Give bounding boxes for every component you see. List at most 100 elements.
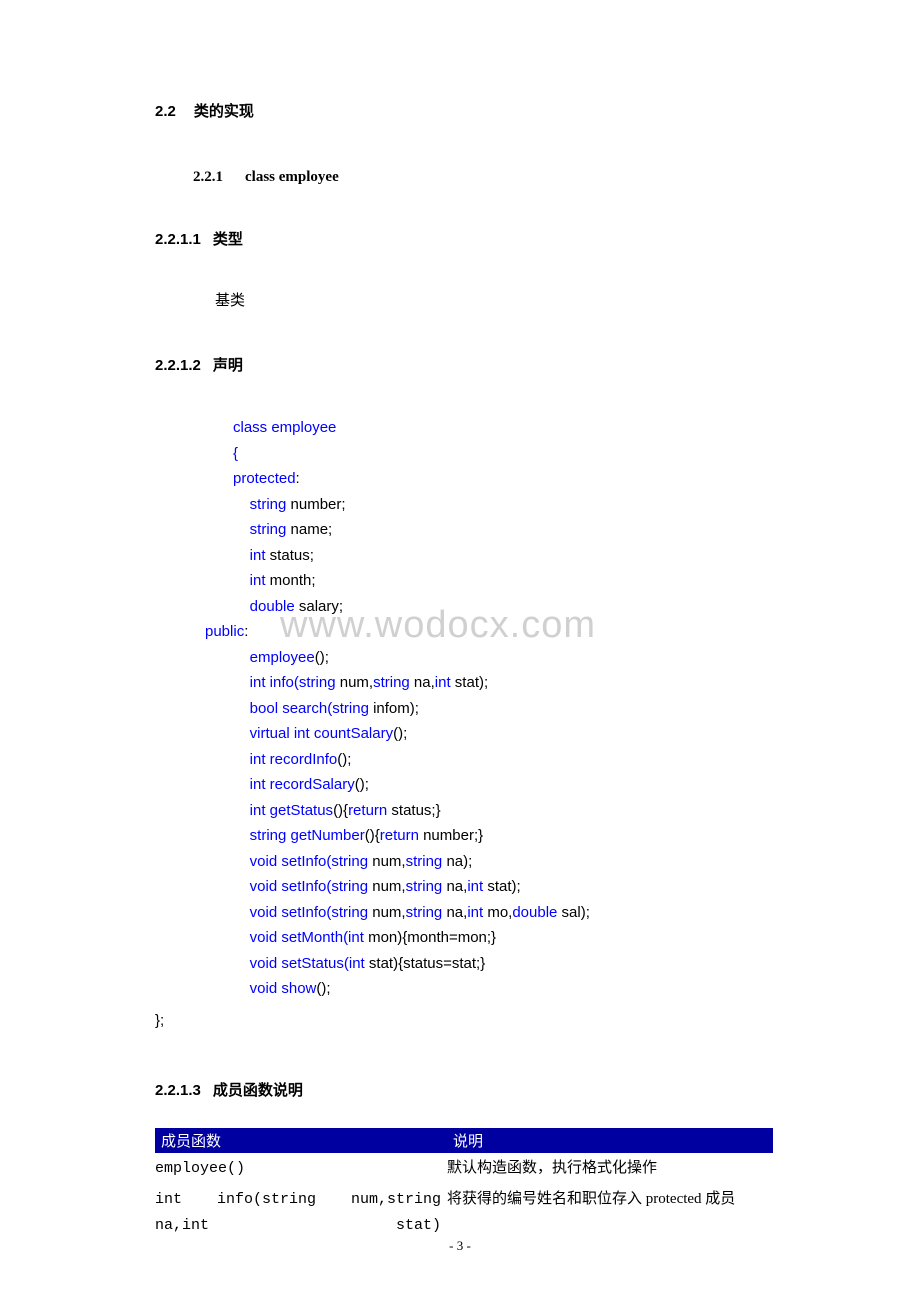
code-text: void bbox=[233, 980, 277, 997]
h4a-number: 2.2.1.1 bbox=[155, 231, 201, 248]
code-text: class employee bbox=[233, 419, 336, 436]
code-text: (){ bbox=[333, 802, 348, 819]
code-text: sal); bbox=[557, 904, 590, 921]
code-text: num, bbox=[368, 878, 406, 895]
code-text: void bbox=[233, 929, 277, 946]
code-text: status; bbox=[266, 547, 314, 564]
code-text: month; bbox=[266, 572, 316, 589]
code-text: na); bbox=[442, 853, 472, 870]
code-text: public bbox=[205, 623, 244, 640]
code-text: (string bbox=[294, 674, 336, 691]
code-text: employee bbox=[233, 649, 315, 666]
code-text: string bbox=[233, 496, 286, 513]
code-text: return bbox=[380, 827, 419, 844]
page-number: - 3 - bbox=[0, 1238, 920, 1254]
code-text: int bbox=[467, 878, 483, 895]
code-text: (string bbox=[326, 853, 368, 870]
code-text: (string bbox=[326, 904, 368, 921]
code-text: (); bbox=[355, 776, 369, 793]
code-text: stat); bbox=[483, 878, 521, 895]
code-text: : bbox=[296, 470, 300, 487]
code-text: void bbox=[233, 955, 277, 972]
code-text: : bbox=[244, 623, 248, 640]
code-text: (int bbox=[344, 955, 365, 972]
code-text: stat){status=stat;} bbox=[365, 955, 485, 972]
code-text: getStatus bbox=[266, 802, 334, 819]
td-function: employee() bbox=[155, 1153, 447, 1185]
code-text: int bbox=[435, 674, 451, 691]
code-text: na, bbox=[442, 904, 467, 921]
code-text: int bbox=[233, 572, 266, 589]
code-text: num, bbox=[336, 674, 374, 691]
code-text: setInfo bbox=[277, 904, 326, 921]
type-text: 基类 bbox=[215, 289, 780, 310]
code-text: setInfo bbox=[277, 878, 326, 895]
code-text: string bbox=[406, 904, 443, 921]
table-row: int info(string num,string na,int stat) … bbox=[155, 1184, 773, 1241]
code-text: name; bbox=[286, 521, 332, 538]
code-close: }; bbox=[155, 1012, 780, 1029]
code-text: setMonth bbox=[277, 929, 343, 946]
code-text: info bbox=[266, 674, 294, 691]
td-description: 默认构造函数，执行格式化操作 bbox=[447, 1153, 773, 1185]
code-text: void bbox=[233, 904, 277, 921]
code-text: (string bbox=[327, 700, 369, 717]
code-text: mon){month=mon;} bbox=[364, 929, 496, 946]
td-description: 将获得的编号姓名和职位存入 protected 成员 bbox=[447, 1184, 773, 1241]
h2-number: 2.2 bbox=[155, 103, 176, 120]
code-text: int bbox=[233, 751, 266, 768]
code-text: string bbox=[233, 827, 286, 844]
code-text: number; bbox=[286, 496, 345, 513]
code-text: double bbox=[512, 904, 557, 921]
h4c-title: 成员函数说明 bbox=[213, 1082, 303, 1099]
code-text: void bbox=[233, 853, 277, 870]
code-text: (int bbox=[343, 929, 364, 946]
heading-4-decl: 2.2.1.2 声明 bbox=[155, 354, 780, 375]
code-text: int bbox=[233, 547, 266, 564]
code-text: (){ bbox=[365, 827, 380, 844]
code-declaration: class employee { protected: string numbe… bbox=[233, 415, 780, 1002]
member-function-table: 成员函数 说明 employee() 默认构造函数，执行格式化操作 int in… bbox=[155, 1128, 773, 1242]
code-text: show bbox=[277, 980, 316, 997]
heading-2: 2.2 类的实现 bbox=[155, 100, 780, 121]
code-text: na, bbox=[442, 878, 467, 895]
code-text: (string bbox=[326, 878, 368, 895]
code-text: recordSalary bbox=[266, 776, 355, 793]
code-text: setInfo bbox=[277, 853, 326, 870]
code-text: string bbox=[406, 853, 443, 870]
h3-number: 2.2.1 bbox=[193, 169, 223, 186]
h3-title: class employee bbox=[245, 169, 339, 185]
code-text: search bbox=[278, 700, 327, 717]
code-text: salary; bbox=[295, 598, 343, 615]
code-text: { bbox=[233, 445, 238, 462]
code-text: string bbox=[406, 878, 443, 895]
code-text: int bbox=[467, 904, 483, 921]
code-text: recordInfo bbox=[266, 751, 338, 768]
table-row: employee() 默认构造函数，执行格式化操作 bbox=[155, 1153, 773, 1185]
code-text: void bbox=[233, 878, 277, 895]
h4a-title: 类型 bbox=[213, 231, 243, 248]
code-text: int bbox=[233, 776, 266, 793]
heading-3: 2.2.1 class employee bbox=[193, 169, 780, 186]
code-text: int bbox=[233, 674, 266, 691]
code-text: bool bbox=[233, 700, 278, 717]
h4b-title: 声明 bbox=[213, 357, 243, 374]
code-text: getNumber bbox=[286, 827, 364, 844]
code-text: (); bbox=[315, 649, 329, 666]
code-text: num, bbox=[368, 853, 406, 870]
code-text: mo, bbox=[483, 904, 512, 921]
code-text: status;} bbox=[387, 802, 440, 819]
code-text: countSalary bbox=[310, 725, 393, 742]
code-text: stat); bbox=[451, 674, 489, 691]
th-function: 成员函数 bbox=[155, 1128, 447, 1153]
code-text: protected bbox=[233, 470, 296, 487]
code-text: (); bbox=[316, 980, 330, 997]
code-text: setStatus bbox=[277, 955, 344, 972]
code-text: double bbox=[233, 598, 295, 615]
h2-title: 类的实现 bbox=[194, 103, 254, 120]
code-text: na, bbox=[410, 674, 435, 691]
heading-4-type: 2.2.1.1 类型 bbox=[155, 228, 780, 249]
code-text: string bbox=[373, 674, 410, 691]
code-text: string bbox=[233, 521, 286, 538]
h4b-number: 2.2.1.2 bbox=[155, 357, 201, 374]
